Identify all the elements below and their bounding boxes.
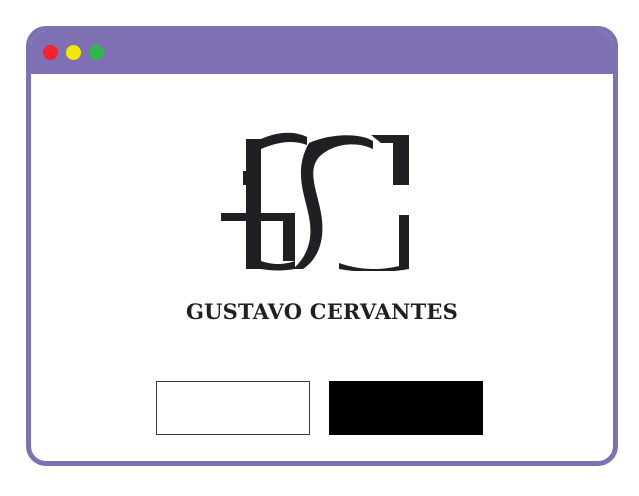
secondary-button[interactable] (156, 381, 310, 435)
title-bar (31, 31, 613, 74)
brand-name: GUSTAVO CERVANTES (186, 299, 458, 324)
maximize-window-button[interactable] (89, 45, 104, 60)
close-window-button[interactable] (43, 45, 58, 60)
primary-button[interactable] (329, 381, 483, 435)
gc-monogram-logo (221, 132, 409, 271)
minimize-window-button[interactable] (66, 45, 81, 60)
app-window: GUSTAVO CERVANTES (26, 26, 618, 466)
